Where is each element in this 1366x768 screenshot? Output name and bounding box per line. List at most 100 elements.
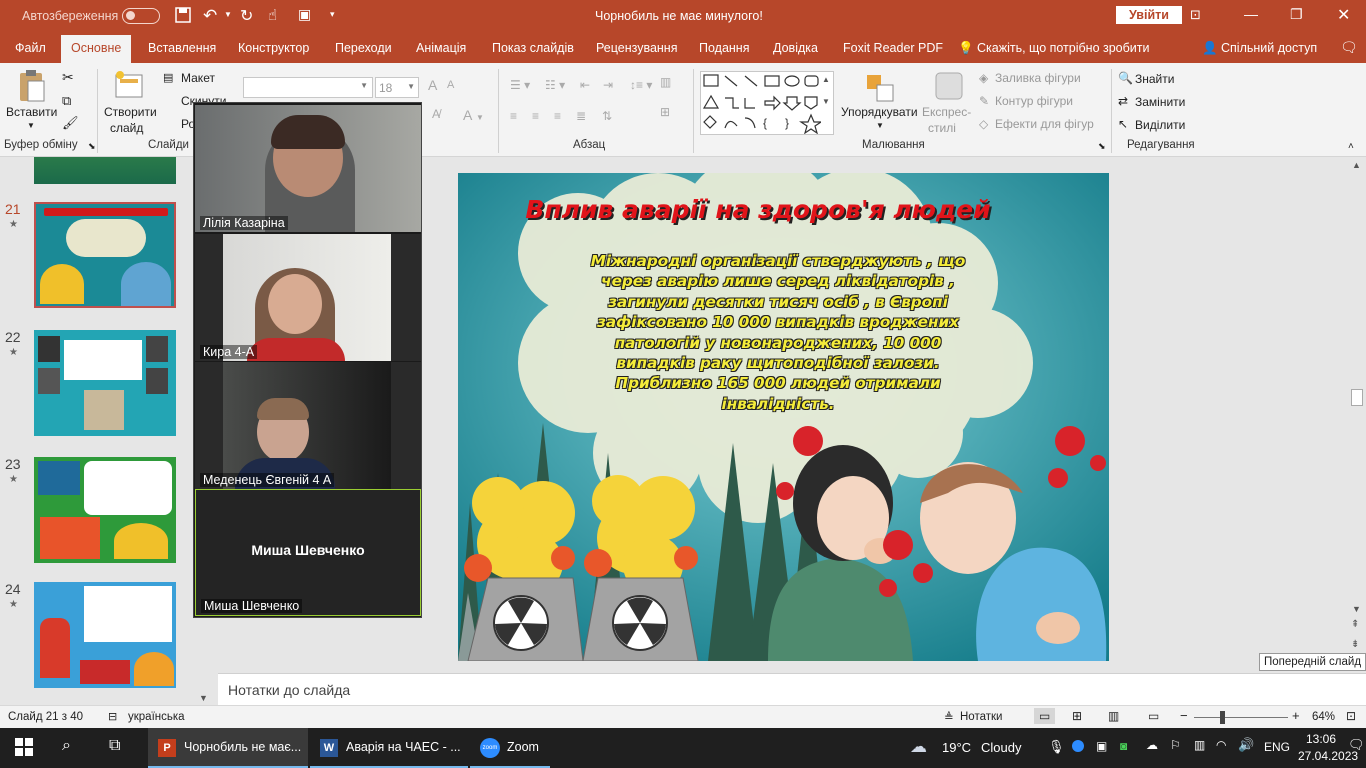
quick-styles-icon[interactable] bbox=[934, 71, 964, 104]
weather-temperature[interactable]: 19°C bbox=[942, 740, 971, 755]
shape-outline-button[interactable]: Контур фігури bbox=[995, 94, 1073, 108]
quick-styles-line2[interactable]: стилі bbox=[928, 121, 956, 135]
paste-dropdown-icon[interactable]: ▼ bbox=[27, 121, 35, 130]
zoom-level[interactable]: 64% bbox=[1312, 711, 1335, 723]
scroll-thumb[interactable] bbox=[1351, 389, 1363, 406]
tab-design[interactable]: Конструктор bbox=[238, 41, 309, 55]
share-icon[interactable]: 👤 bbox=[1202, 41, 1218, 56]
smartart-icon[interactable]: ⊞ bbox=[660, 105, 670, 119]
shape-fill-button[interactable]: Заливка фігури bbox=[995, 71, 1081, 85]
paste-icon[interactable] bbox=[17, 69, 47, 106]
action-center-icon[interactable]: 🗨 bbox=[1348, 737, 1365, 753]
shape-effects-button[interactable]: Ефекти для фігур bbox=[995, 117, 1094, 131]
scroll-up-icon[interactable]: ▲ bbox=[1352, 160, 1361, 170]
columns-icon[interactable]: ▥ bbox=[660, 75, 671, 89]
search-icon[interactable]: ⌕ bbox=[62, 737, 71, 755]
maximize-icon[interactable]: ❐ bbox=[1290, 6, 1303, 23]
bullets-icon[interactable]: ☰ ▾ bbox=[510, 78, 530, 92]
share-button[interactable]: Спільний доступ bbox=[1221, 41, 1317, 55]
taskbar-item-powerpoint[interactable]: P Чорнобиль не має... bbox=[148, 728, 308, 768]
slide-sorter-icon[interactable]: ⊞ bbox=[1072, 709, 1082, 723]
input-language[interactable]: ENG bbox=[1264, 740, 1290, 754]
fit-slide-icon[interactable]: ⊡ bbox=[1346, 709, 1356, 723]
slide-vertical-scrollbar[interactable]: ▲ ▼ ⇞ ⇟ bbox=[1348, 157, 1366, 673]
autosave-toggle[interactable] bbox=[122, 8, 160, 24]
collapse-ribbon-icon[interactable]: ˄ bbox=[1348, 141, 1354, 152]
increase-font-icon[interactable]: A bbox=[428, 77, 437, 93]
network-icon[interactable]: ▥ bbox=[1194, 738, 1205, 752]
format-painter-icon[interactable]: 🖌 bbox=[62, 115, 79, 131]
tab-animations[interactable]: Анімація bbox=[416, 41, 466, 55]
clipboard-launcher-icon[interactable]: ⬊ bbox=[88, 141, 96, 152]
thumbnail-slide-22[interactable] bbox=[34, 330, 176, 436]
onedrive-icon[interactable]: ☁ bbox=[1146, 738, 1158, 752]
drawing-launcher-icon[interactable]: ⬊ bbox=[1098, 141, 1106, 152]
undo-icon[interactable]: ↶ bbox=[203, 6, 217, 26]
redo-icon[interactable]: ↻ bbox=[240, 6, 253, 26]
tab-home[interactable]: Основне bbox=[61, 35, 132, 63]
align-right-icon[interactable]: ≡ bbox=[554, 109, 561, 123]
video-tile-active[interactable]: Миша Шевченко Миша Шевченко bbox=[195, 489, 421, 616]
cut-icon[interactable]: ✂ bbox=[62, 69, 74, 86]
clear-format-icon[interactable]: A̸ bbox=[432, 107, 440, 121]
previous-slide-icon[interactable]: ⇞ bbox=[1351, 619, 1359, 630]
notes-pane[interactable]: Нотатки до слайда bbox=[218, 673, 1366, 705]
align-center-icon[interactable]: ≡ bbox=[532, 109, 539, 123]
line-spacing-icon[interactable]: ↕≡ ▾ bbox=[630, 78, 652, 92]
align-left-icon[interactable]: ≡ bbox=[510, 109, 517, 123]
save-icon[interactable] bbox=[175, 7, 191, 26]
numbering-icon[interactable]: ☷ ▾ bbox=[545, 78, 565, 92]
arrange-dropdown-icon[interactable]: ▼ bbox=[876, 121, 884, 130]
quick-styles-line1[interactable]: Експрес- bbox=[922, 105, 971, 119]
tab-transitions[interactable]: Переходи bbox=[335, 41, 392, 55]
normal-view-icon[interactable]: ▭ bbox=[1034, 708, 1056, 724]
thumbnail-slide-21[interactable] bbox=[34, 202, 176, 308]
justify-icon[interactable]: ≣ bbox=[576, 109, 586, 123]
customize-qat-icon[interactable]: ▾ bbox=[330, 9, 335, 20]
video-tile[interactable]: Меденець Євгеній 4 А bbox=[195, 362, 421, 489]
new-slide-button-line2[interactable]: слайд bbox=[110, 121, 143, 135]
spelling-icon[interactable]: ⊟ bbox=[108, 710, 117, 723]
zoom-in-icon[interactable]: + bbox=[1292, 708, 1300, 723]
shapes-scroll-down-icon[interactable]: ▼ bbox=[822, 97, 830, 106]
zoom-video-panel[interactable]: Лілія Казаріна Кира 4-А Меденець Євгеній… bbox=[193, 102, 422, 618]
comments-icon[interactable]: 🗨 bbox=[1340, 39, 1358, 56]
thumbnail-slide-23[interactable] bbox=[34, 457, 176, 563]
tab-insert[interactable]: Вставлення bbox=[148, 41, 216, 55]
replace-button[interactable]: Замінити bbox=[1135, 95, 1185, 109]
wifi-icon[interactable]: ◠ bbox=[1216, 738, 1226, 752]
tab-review[interactable]: Рецензування bbox=[596, 41, 677, 55]
new-slide-icon[interactable] bbox=[114, 69, 144, 104]
tab-view[interactable]: Подання bbox=[699, 41, 749, 55]
volume-icon[interactable]: 🔊 bbox=[1238, 737, 1254, 753]
cloudy-weather-icon[interactable]: ☁ bbox=[910, 737, 927, 757]
font-size-select[interactable]: 18 ▼ bbox=[375, 77, 419, 98]
minimize-icon[interactable]: — bbox=[1244, 6, 1258, 22]
zoom-tray-icon[interactable] bbox=[1072, 740, 1084, 752]
arrange-icon[interactable] bbox=[865, 73, 895, 106]
thumbnail-scroll-down-icon[interactable]: ▼ bbox=[199, 693, 208, 703]
next-slide-icon[interactable]: ⇟ bbox=[1351, 639, 1359, 650]
font-name-select[interactable]: ▼ bbox=[243, 77, 373, 98]
layout-button[interactable]: Макет bbox=[181, 71, 215, 85]
weather-description[interactable]: Cloudy bbox=[981, 740, 1021, 755]
notification-bell-icon[interactable]: ⚐ bbox=[1170, 738, 1181, 752]
reading-view-icon[interactable]: ▥ bbox=[1108, 709, 1119, 723]
tab-help[interactable]: Довідка bbox=[773, 41, 818, 55]
text-direction-icon[interactable]: ⇅ bbox=[602, 109, 612, 123]
decrease-indent-icon[interactable]: ⇤ bbox=[580, 78, 590, 92]
select-button[interactable]: Виділити bbox=[1135, 118, 1185, 132]
tab-file[interactable]: Файл bbox=[15, 41, 46, 55]
tab-slideshow[interactable]: Показ слайдів bbox=[492, 41, 574, 55]
zoom-slider-track[interactable] bbox=[1194, 717, 1288, 718]
touch-mode-icon[interactable]: ☝ bbox=[268, 6, 277, 24]
shapes-scroll-up-icon[interactable]: ▲ bbox=[822, 75, 830, 84]
new-slide-button-line1[interactable]: Створити bbox=[104, 105, 157, 119]
video-tile[interactable]: Кира 4-А bbox=[195, 234, 421, 361]
undo-dropdown-icon[interactable]: ▼ bbox=[224, 10, 232, 19]
close-icon[interactable]: ✕ bbox=[1337, 5, 1350, 25]
tray-app-icon[interactable]: ▣ bbox=[1096, 739, 1107, 753]
find-button[interactable]: Знайти bbox=[1135, 72, 1174, 86]
language-indicator[interactable]: українська bbox=[128, 711, 185, 723]
notes-toggle-button[interactable]: Нотатки bbox=[960, 711, 1002, 723]
